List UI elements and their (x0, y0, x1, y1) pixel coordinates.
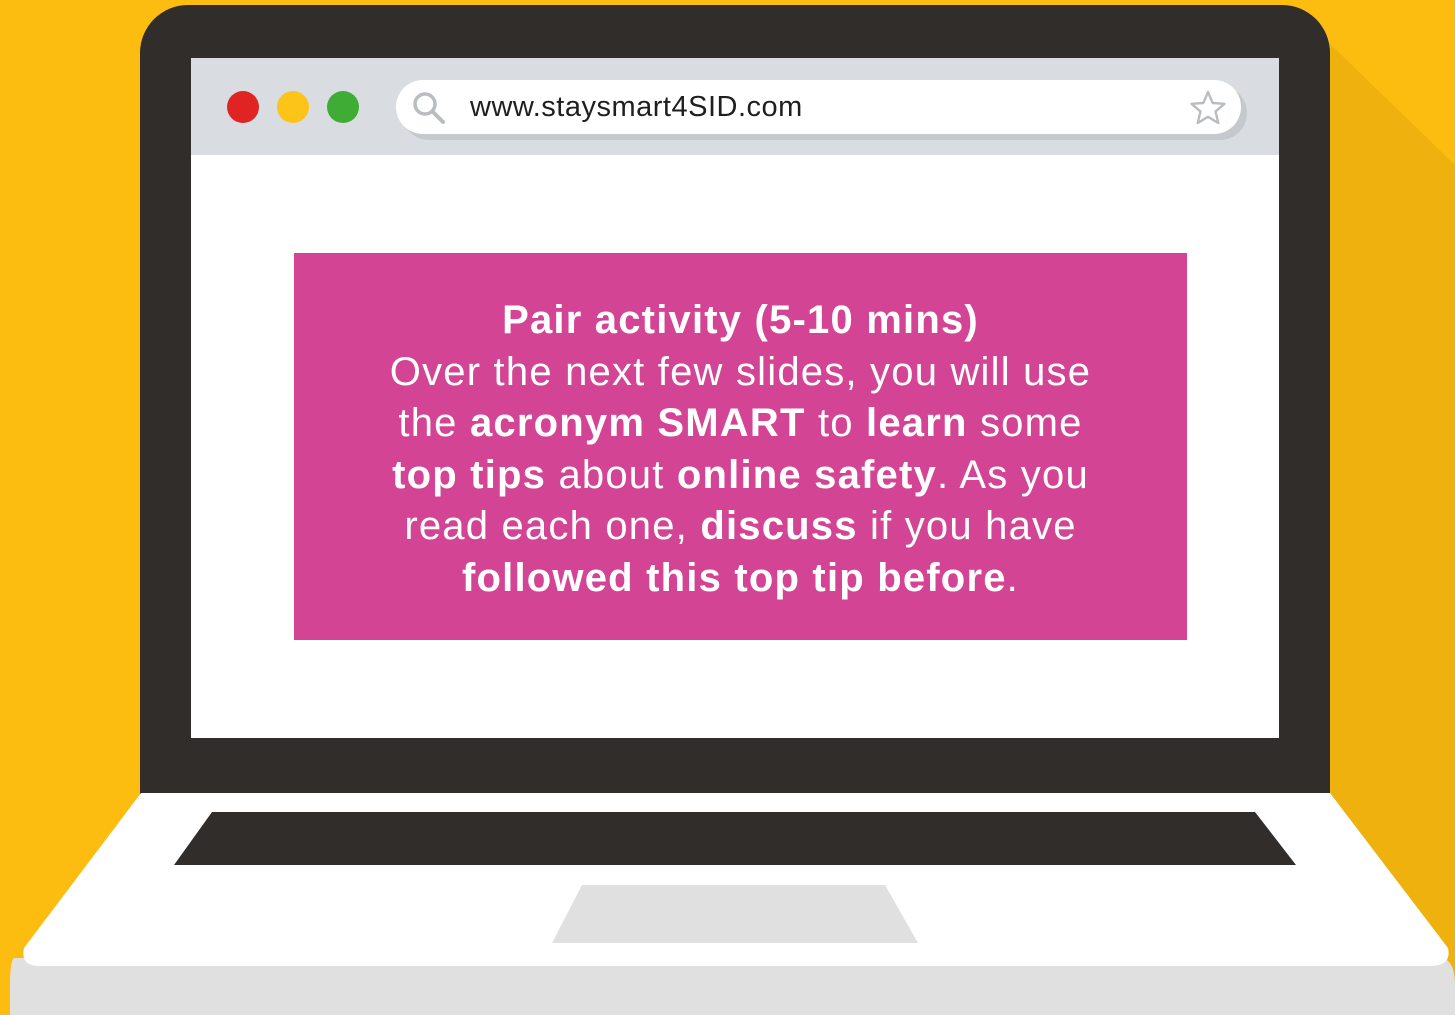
keyboard (174, 812, 1296, 865)
laptop-base (10, 793, 1455, 1015)
trackpad (552, 885, 918, 943)
